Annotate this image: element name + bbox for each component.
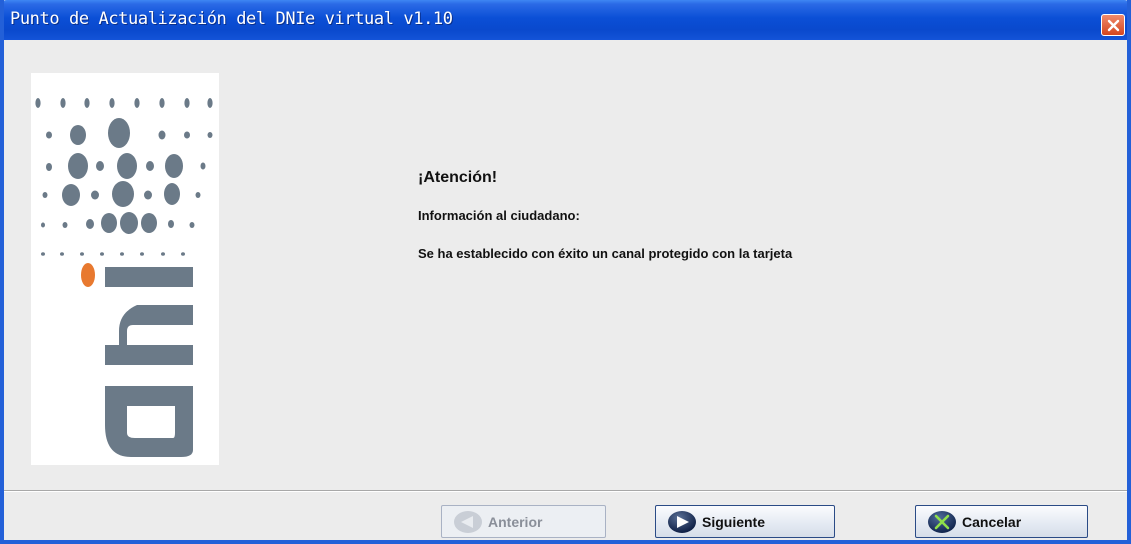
close-icon: [1107, 19, 1120, 32]
next-button-label: Siguiente: [702, 514, 766, 530]
dialog-content: ¡Atención! Información al ciudadano: Se …: [4, 40, 1127, 490]
citizen-info-label: Información al ciudadano:: [418, 208, 580, 223]
previous-button-label: Anterior: [488, 514, 543, 530]
footer-divider: [4, 490, 1127, 491]
cancel-x-icon: [928, 511, 956, 533]
dialog-window: Punto de Actualización del DNIe virtual …: [0, 0, 1131, 544]
close-button[interactable]: [1101, 14, 1125, 36]
next-button[interactable]: Siguiente: [655, 505, 835, 538]
window-title: Punto de Actualización del DNIe virtual …: [10, 9, 453, 29]
previous-button[interactable]: Anterior: [441, 505, 606, 538]
status-message: Se ha establecido con éxito un canal pro…: [418, 246, 793, 261]
arrow-right-icon: [668, 511, 696, 533]
dni-logo: [31, 73, 219, 465]
cancel-button-label: Cancelar: [962, 514, 1022, 530]
cancel-button[interactable]: Cancelar: [915, 505, 1088, 538]
title-bar[interactable]: Punto de Actualización del DNIe virtual …: [4, 0, 1127, 40]
arrow-left-icon: [454, 511, 482, 533]
dni-logo-graphic: [35, 98, 213, 457]
attention-heading: ¡Atención!: [418, 169, 498, 186]
